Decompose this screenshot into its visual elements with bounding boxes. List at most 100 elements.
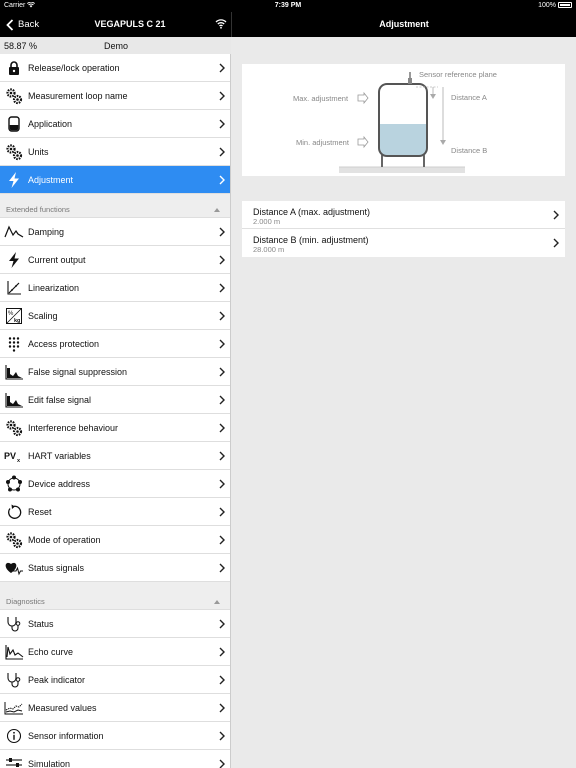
sidebar-item-linearization[interactable]: Linearization [0,274,230,302]
section-title: Extended functions [6,205,70,214]
sliders-icon [0,756,28,768]
sidebar-item-damping[interactable]: Damping [0,218,230,246]
chevron [214,175,230,185]
chevron [214,283,230,293]
chevron-right-icon [219,619,225,628]
sidebar-menu[interactable]: Release/lock operation Measurement loop n… [0,54,231,768]
sidebar-item-units[interactable]: Units [0,138,230,166]
measurement-info-bar: 58.87 % Demo [0,37,231,54]
chevron-right-icon [219,395,225,404]
row-title: Distance A (max. adjustment) [253,207,371,217]
sidebar-item-peak-indicator[interactable]: Peak indicator [0,666,230,694]
bluetooth-connection-icon[interactable] [215,18,227,29]
sidebar-item-label: Reset [28,506,52,517]
damping-icon [0,225,28,239]
svg-text:x: x [17,458,21,463]
measured-values-icon [0,701,28,715]
chevron-left-icon [6,18,14,31]
false-signal-icon [0,364,28,380]
chevron [214,367,230,377]
lightning-icon [0,251,28,268]
sidebar-item-application[interactable]: Application [0,110,230,138]
sidebar-item-label: Echo curve [28,646,74,657]
reset-icon [0,504,28,520]
sidebar-item-label: Edit false signal [28,394,92,405]
stethoscope-icon [0,672,28,688]
row-value: 2.000 m [253,217,281,226]
chevron-right-icon [219,367,225,376]
battery-indicator: 100% [538,2,572,9]
sidebar-item-label: Measured values [28,702,97,713]
sidebar-item-label: Linearization [28,282,80,293]
collapse-icon[interactable] [214,600,220,604]
min-adjustment-label: Min. adjustment [296,138,350,147]
sidebar-item-measurement-loop-name[interactable]: Measurement loop name [0,82,230,110]
sidebar-item-status[interactable]: Status [0,610,230,638]
sidebar-item-sensor-information[interactable]: Sensor information [0,722,230,750]
sidebar-item-status-signals[interactable]: Status signals [0,554,230,582]
sidebar-item-echo-curve[interactable]: Echo curve [0,638,230,666]
gears-icon [0,87,28,105]
sidebar-item-label: Application [28,118,73,129]
sidebar-item-label: Access protection [28,338,100,349]
ground-strip [339,167,465,173]
sidebar-item-label: False signal suppression [28,366,128,377]
section-header-diagnostics[interactable]: Diagnostics [0,586,230,610]
chevron-right-icon [219,647,225,656]
sidebar-item-edit-false-signal[interactable]: Edit false signal [0,386,230,414]
distance-a-row[interactable]: Distance A (max. adjustment) 2.000 m [242,201,565,229]
svg-text:PV: PV [4,451,16,461]
sidebar-item-mode-of-operation[interactable]: Mode of operation [0,526,230,554]
chevron-right-icon [219,423,225,432]
sidebar-item-label: Damping [28,226,65,237]
sidebar-item-release-lock-operation[interactable]: Release/lock operation [0,54,230,82]
chevron [214,731,230,741]
chevron-right-icon [219,535,225,544]
sidebar-item-label: HART variables [28,450,91,461]
arrow-down-icon [440,140,446,145]
chevron-right-icon [219,507,225,516]
chevron-right-icon [219,311,225,320]
battery-percent: 100% [538,2,556,9]
section-header-extended-functions[interactable]: Extended functions [0,194,230,218]
sidebar-item-label: Sensor information [28,730,104,741]
row-title: Distance B (min. adjustment) [253,235,369,245]
right-nav-bar: Adjustment [231,12,576,37]
sensor-reference-label: Sensor reference plane [419,70,497,79]
section-title: Diagnostics [6,597,45,606]
sidebar-item-label: Measurement loop name [28,90,128,101]
sidebar-item-interference-behaviour[interactable]: Interference behaviour [0,414,230,442]
sidebar-item-measured-values[interactable]: Measured values [0,694,230,722]
sidebar-item-false-signal-suppression[interactable]: False signal suppression [0,358,230,386]
info-icon [0,728,28,744]
chevron [214,311,230,321]
svg-text:%: % [8,311,14,317]
collapse-icon[interactable] [214,208,220,212]
sidebar-item-adjustment[interactable]: Adjustment [0,166,230,194]
sidebar-item-scaling[interactable]: % kg Scaling [0,302,230,330]
chevron [214,451,230,461]
chevron [214,675,230,685]
sidebar-item-reset[interactable]: Reset [0,498,230,526]
chevron-right-icon [219,759,225,768]
sidebar-item-device-address[interactable]: Device address [0,470,230,498]
chevron-right-icon [219,563,225,572]
chevron [214,619,230,629]
chevron-right-icon [219,283,225,292]
sidebar-item-simulation[interactable]: Simulation [0,750,230,768]
adjustment-diagram: Sensor reference plane Distance A Distan… [242,64,565,176]
sidebar-item-label: Mode of operation [28,534,101,545]
sidebar-item-access-protection[interactable]: Access protection [0,330,230,358]
sidebar-item-current-output[interactable]: Current output [0,246,230,274]
arrow-right-icon [357,135,369,149]
chevron-right-icon [219,227,225,236]
distance-b-row[interactable]: Distance B (min. adjustment) 28.000 m [242,229,565,257]
sidebar-item-hart-variables[interactable]: PV x HART variables [0,442,230,470]
clock: 7:39 PM [274,2,302,9]
chevron [214,395,230,405]
false-signal-icon [0,392,28,408]
gears-icon [0,531,28,549]
chevron-right-icon [219,255,225,264]
chevron [214,147,230,157]
back-button[interactable]: Back [6,12,39,37]
